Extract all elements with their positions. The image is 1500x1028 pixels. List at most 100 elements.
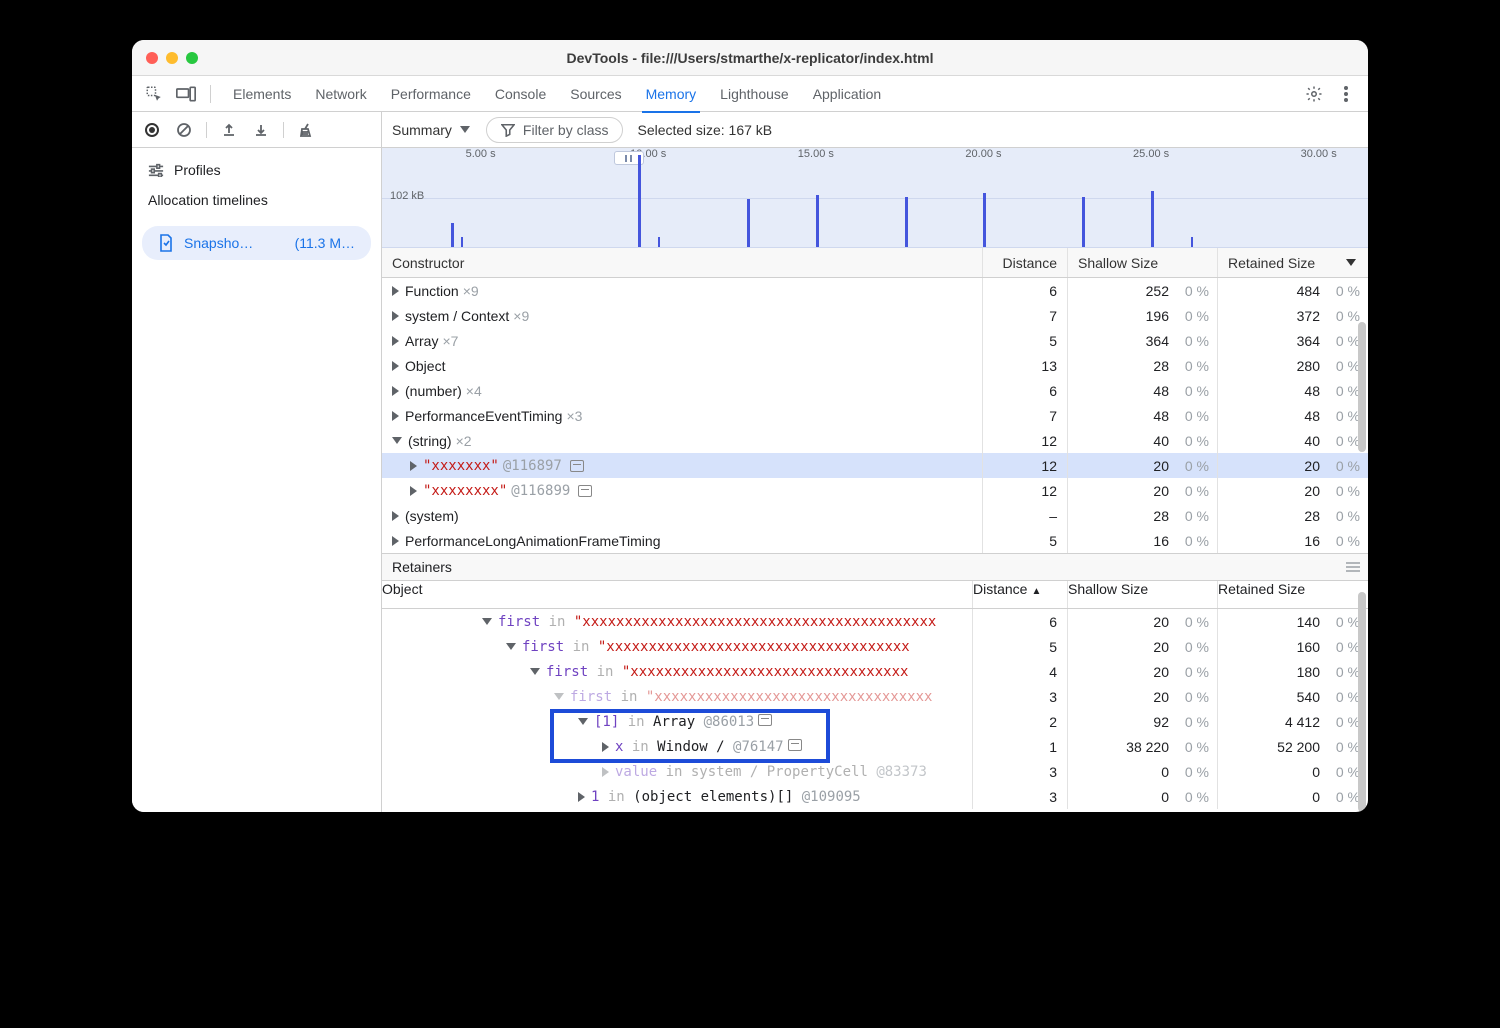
tab-performance[interactable]: Performance — [379, 76, 483, 112]
table-row[interactable]: (string) ×212400 %400 % — [382, 428, 1368, 453]
scrollbar[interactable] — [1358, 592, 1366, 812]
allocation-bar — [1151, 191, 1154, 247]
divider — [210, 85, 211, 103]
disclosure-triangle-icon[interactable] — [410, 461, 417, 471]
tab-application[interactable]: Application — [801, 76, 894, 112]
disclosure-triangle-icon[interactable] — [602, 767, 609, 777]
constructors-header: Constructor Distance Shallow Size Retain… — [382, 248, 1368, 278]
summary-dropdown[interactable]: Summary — [392, 122, 472, 138]
retainer-row[interactable]: first in "xxxxxxxxxxxxxxxxxxxxxxxxxxxxxx… — [382, 684, 1368, 709]
titlebar: DevTools - file:///Users/stmarthe/x-repl… — [132, 40, 1368, 76]
disclosure-triangle-icon[interactable] — [602, 742, 609, 752]
allocation-timelines-label: Allocation timelines — [132, 188, 381, 226]
ret-col-retained[interactable]: Retained Size — [1218, 581, 1368, 608]
table-row[interactable]: Function ×962520 %4840 % — [382, 278, 1368, 303]
retainer-row[interactable]: first in "xxxxxxxxxxxxxxxxxxxxxxxxxxxxxx… — [382, 634, 1368, 659]
disclosure-triangle-icon[interactable] — [392, 286, 399, 296]
retainers-title: Retainers — [392, 559, 452, 575]
disclosure-triangle-icon[interactable] — [410, 486, 417, 496]
scrollbar[interactable] — [1358, 322, 1366, 452]
col-shallow[interactable]: Shallow Size — [1068, 248, 1218, 277]
ret-col-distance[interactable]: Distance▲ — [973, 581, 1068, 608]
profiles-section[interactable]: Profiles — [132, 148, 381, 188]
profiles-label: Profiles — [174, 162, 221, 178]
timeline[interactable]: 102 kB 5.00 s10.00 s15.00 s20.00 s25.00 … — [382, 148, 1368, 248]
broom-icon[interactable] — [294, 118, 318, 142]
col-constructor[interactable]: Constructor — [382, 248, 983, 277]
filter-icon — [501, 123, 515, 137]
retainers-header: Retainers — [382, 553, 1368, 581]
table-row[interactable]: PerformanceEventTiming ×37480 %480 % — [382, 403, 1368, 428]
allocation-bar — [747, 199, 750, 247]
disclosure-triangle-icon[interactable] — [578, 718, 588, 725]
selected-size: Selected size: 167 kB — [637, 122, 772, 138]
table-row[interactable]: "xxxxxxx" @11689712200 %200 % — [382, 453, 1368, 478]
allocation-bar — [816, 195, 819, 247]
tab-elements[interactable]: Elements — [221, 76, 303, 112]
close-icon[interactable] — [146, 52, 158, 64]
disclosure-triangle-icon[interactable] — [392, 361, 399, 371]
col-distance[interactable]: Distance — [983, 248, 1068, 277]
retainers-table: first in "xxxxxxxxxxxxxxxxxxxxxxxxxxxxxx… — [382, 609, 1368, 809]
tab-network[interactable]: Network — [303, 76, 378, 112]
table-row[interactable]: system / Context ×971960 %3720 % — [382, 303, 1368, 328]
disclosure-triangle-icon[interactable] — [506, 643, 516, 650]
snapshot-item[interactable]: Snapsho… (11.3 M… — [142, 226, 371, 260]
devtools-tabbar: ElementsNetworkPerformanceConsoleSources… — [132, 76, 1368, 112]
device-icon[interactable] — [172, 80, 200, 108]
disclosure-triangle-icon[interactable] — [554, 693, 564, 700]
hamburger-icon[interactable] — [1346, 559, 1360, 575]
retainer-row[interactable]: value in system / PropertyCell @83373300… — [382, 759, 1368, 784]
disclosure-triangle-icon[interactable] — [392, 536, 399, 546]
retainer-row[interactable]: first in "xxxxxxxxxxxxxxxxxxxxxxxxxxxxxx… — [382, 609, 1368, 634]
ret-col-object[interactable]: Object — [382, 581, 973, 608]
ret-col-shallow[interactable]: Shallow Size — [1068, 581, 1218, 608]
table-row[interactable]: (number) ×46480 %480 % — [382, 378, 1368, 403]
disclosure-triangle-icon[interactable] — [392, 336, 399, 346]
dropdown-label: Summary — [392, 122, 452, 138]
disclosure-triangle-icon[interactable] — [392, 386, 399, 396]
window-icon — [758, 714, 772, 726]
kebab-icon[interactable] — [1332, 80, 1360, 108]
disclosure-triangle-icon[interactable] — [578, 792, 585, 802]
disclosure-triangle-icon[interactable] — [392, 437, 402, 444]
retainer-row[interactable]: first in "xxxxxxxxxxxxxxxxxxxxxxxxxxxxxx… — [382, 659, 1368, 684]
timeline-tick: 15.00 s — [798, 148, 834, 160]
retainer-row[interactable]: x in Window / @76147138 2200 %52 2000 % — [382, 734, 1368, 759]
sidebar-toolbar — [132, 112, 381, 148]
window-icon — [570, 460, 584, 472]
retainer-row[interactable]: [1] in Array @860132920 %4 4120 % — [382, 709, 1368, 734]
memory-main: Summary Filter by class Selected size: 1… — [382, 112, 1368, 812]
minimize-icon[interactable] — [166, 52, 178, 64]
sort-asc-icon: ▲ — [1031, 586, 1041, 597]
disclosure-triangle-icon[interactable] — [392, 511, 399, 521]
inspect-icon[interactable] — [140, 80, 168, 108]
file-icon — [158, 234, 174, 252]
filter-input[interactable]: Filter by class — [486, 117, 624, 143]
tab-console[interactable]: Console — [483, 76, 558, 112]
record-icon[interactable] — [140, 118, 164, 142]
clear-icon[interactable] — [172, 118, 196, 142]
table-row[interactable]: (system)–280 %280 % — [382, 503, 1368, 528]
download-icon[interactable] — [249, 118, 273, 142]
table-row[interactable]: Array ×753640 %3640 % — [382, 328, 1368, 353]
retainer-row[interactable]: 1 in (object elements)[] @109095300 %00 … — [382, 784, 1368, 809]
tab-lighthouse[interactable]: Lighthouse — [708, 76, 801, 112]
main-toolbar: Summary Filter by class Selected size: 1… — [382, 112, 1368, 148]
disclosure-triangle-icon[interactable] — [392, 311, 399, 321]
allocation-bar — [983, 193, 986, 247]
zoom-icon[interactable] — [186, 52, 198, 64]
table-row[interactable]: Object13280 %2800 % — [382, 353, 1368, 378]
disclosure-triangle-icon[interactable] — [482, 618, 492, 625]
tab-sources[interactable]: Sources — [558, 76, 633, 112]
sort-desc-icon — [1346, 259, 1356, 266]
disclosure-triangle-icon[interactable] — [530, 668, 540, 675]
tab-memory[interactable]: Memory — [634, 76, 709, 112]
upload-icon[interactable] — [217, 118, 241, 142]
timeline-tick: 30.00 s — [1301, 148, 1337, 160]
col-retained[interactable]: Retained Size — [1218, 248, 1368, 277]
disclosure-triangle-icon[interactable] — [392, 411, 399, 421]
gear-icon[interactable] — [1300, 80, 1328, 108]
table-row[interactable]: "xxxxxxxx" @11689912200 %200 % — [382, 478, 1368, 503]
table-row[interactable]: PerformanceLongAnimationFrameTiming5160 … — [382, 528, 1368, 553]
